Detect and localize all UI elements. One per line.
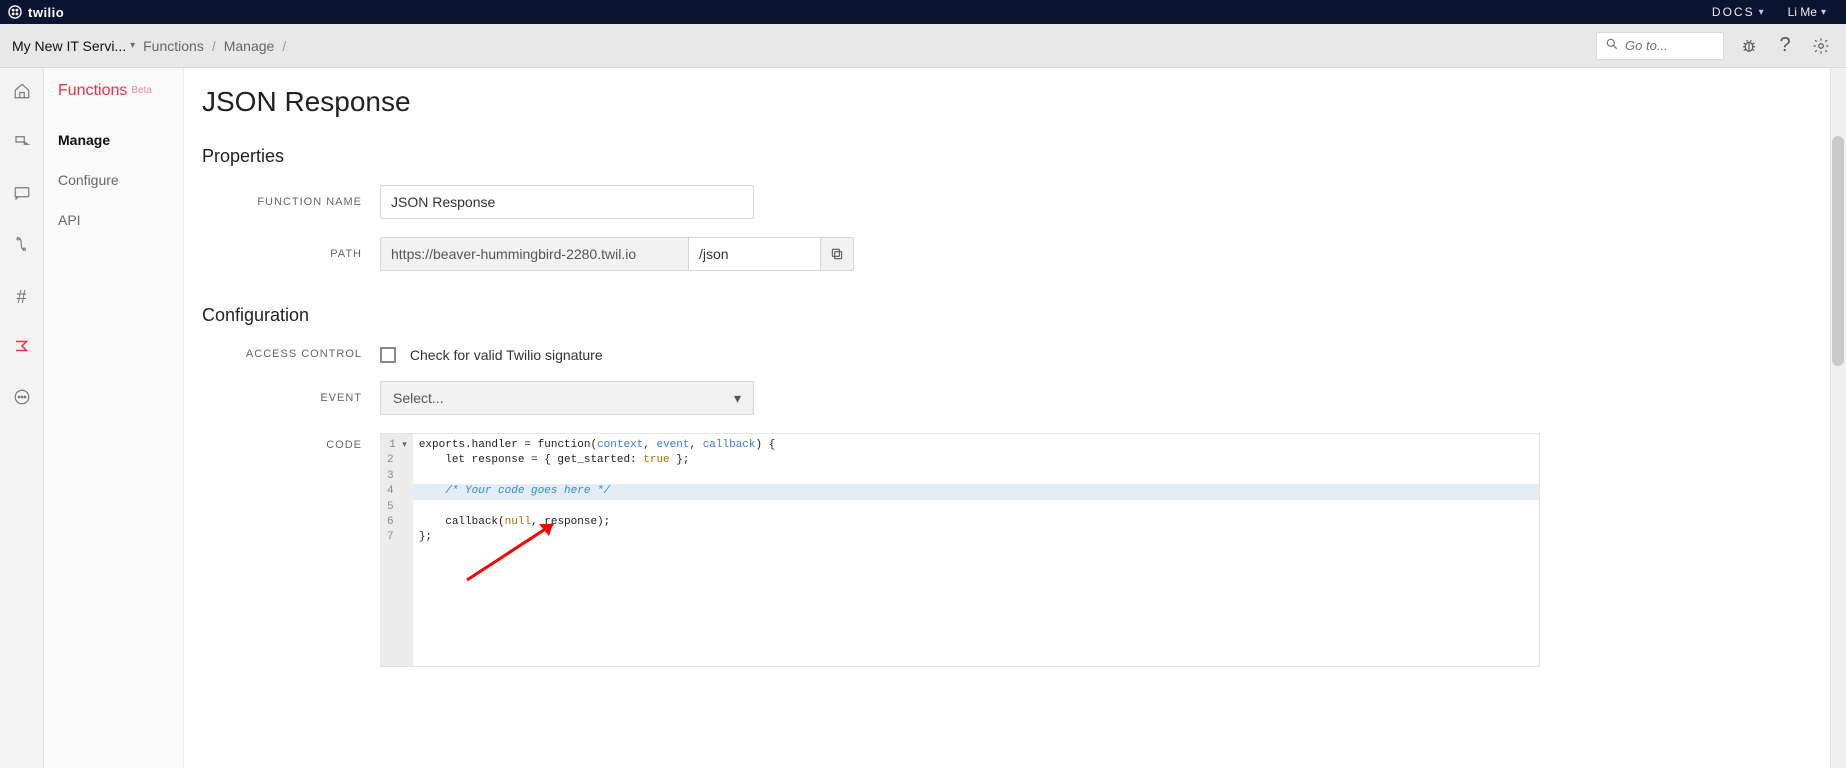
editor-gutter: 1 ▾ 2 3 4 5 6 7 [381,434,413,666]
path-input[interactable] [688,237,820,271]
subnav-title-text: Functions [58,82,127,100]
event-label: EVENT [202,392,380,404]
function-name-label: FUNCTION NAME [202,196,380,208]
copy-path-button[interactable] [820,237,854,271]
brand[interactable]: twilio [8,5,64,20]
main-content: JSON Response Properties FUNCTION NAME P… [184,68,1846,768]
icon-rail: # [0,68,44,768]
project-name: My New IT Servi... [12,38,126,54]
scrollbar-track[interactable] [1830,68,1846,768]
top-brand-bar: twilio DOCS ▾ Li Me ▾ [0,0,1846,24]
code-label: CODE [202,433,380,451]
subnav-title[interactable]: Functions Beta [58,82,175,100]
breadcrumb-manage[interactable]: Manage [224,38,275,54]
functions-subnav: Functions Beta Manage Configure API [44,68,184,768]
copy-icon [830,247,844,261]
docs-link[interactable]: DOCS ▾ [1712,5,1766,19]
breadcrumb-functions[interactable]: Functions [143,38,204,54]
runtime-icon[interactable] [13,235,31,258]
signature-checkbox-label: Check for valid Twilio signature [410,347,603,363]
properties-heading: Properties [202,146,1814,167]
functions-icon[interactable] [13,337,31,360]
chevron-down-icon: ▾ [734,390,741,407]
chevron-down-icon: ▾ [1821,7,1828,18]
global-search[interactable] [1596,32,1724,60]
twilio-logo-icon [8,5,22,19]
path-group: https://beaver-hummingbird-2280.twil.io [380,237,854,271]
studio-icon[interactable] [13,133,31,156]
page-title: JSON Response [202,86,1814,118]
brand-name: twilio [28,5,64,20]
user-name: Li Me [1788,5,1817,19]
subnav-api[interactable]: API [58,208,175,248]
user-menu[interactable]: Li Me ▾ [1788,5,1828,19]
search-input[interactable] [1625,38,1705,53]
event-select[interactable]: Select... ▾ [380,381,754,415]
debug-icon[interactable] [1738,37,1760,55]
path-host: https://beaver-hummingbird-2280.twil.io [380,237,688,271]
more-icon[interactable] [13,388,31,411]
help-icon[interactable]: ? [1774,34,1796,57]
header-tools: ? [1596,32,1832,60]
signature-checkbox[interactable] [380,347,396,363]
subnav-manage[interactable]: Manage [58,128,175,168]
beta-badge: Beta [131,85,152,96]
messaging-icon[interactable] [12,184,32,207]
chevron-down-icon: ▾ [1759,7,1766,18]
path-label: PATH [202,248,380,260]
header-bar: My New IT Servi... ▾ Functions / Manage … [0,24,1846,68]
search-icon [1605,37,1619,54]
access-control-field: Check for valid Twilio signature [380,344,603,363]
breadcrumb-separator: / [282,38,286,54]
editor-content[interactable]: exports.handler = function(context, even… [413,434,1539,666]
chevron-down-icon: ▾ [130,40,135,51]
configuration-heading: Configuration [202,305,1814,326]
event-select-value: Select... [393,390,444,406]
code-editor[interactable]: 1 ▾ 2 3 4 5 6 7 exports.handler = functi… [380,433,1540,667]
scrollbar-thumb[interactable] [1832,136,1844,366]
function-name-input[interactable] [380,185,754,219]
gear-icon[interactable] [1810,37,1832,55]
docs-label: DOCS [1712,5,1755,19]
home-icon[interactable] [13,82,31,105]
breadcrumb-separator: / [212,38,216,54]
access-control-label: ACCESS CONTROL [202,348,380,360]
project-switcher[interactable]: My New IT Servi... ▾ [12,38,135,54]
breadcrumb: My New IT Servi... ▾ Functions / Manage … [12,38,286,54]
subnav-configure[interactable]: Configure [58,168,175,208]
hash-icon[interactable]: # [17,286,27,309]
